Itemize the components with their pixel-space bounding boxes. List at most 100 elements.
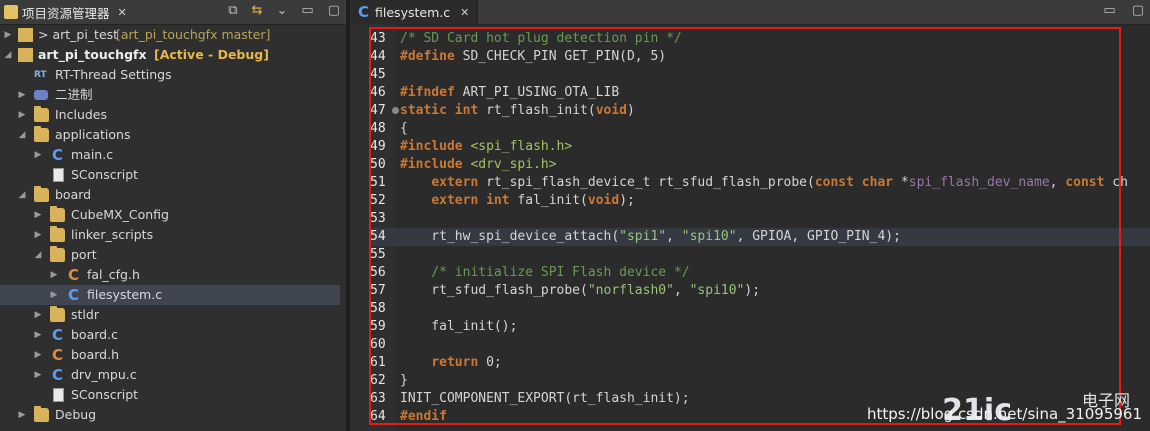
code-line[interactable]: 50 #include <drv_spi.h> — [370, 156, 1150, 174]
line-number: 60 — [370, 337, 386, 352]
tree-item-label: SConscript — [71, 167, 139, 182]
line-number: 52 — [370, 193, 386, 208]
tree-item-label: Debug — [55, 407, 97, 422]
tree-item-binaries[interactable]: ▶ 二进制 — [0, 85, 340, 105]
code-line[interactable]: 48 { — [370, 120, 1150, 138]
line-number: 48 — [370, 121, 386, 136]
h-file-icon: C — [51, 346, 63, 364]
line-number: 55 — [370, 247, 386, 262]
code-line[interactable]: 53 — [370, 210, 1150, 228]
tree-item-label: linker_scripts — [71, 227, 154, 242]
code-text: { — [400, 121, 408, 136]
tree-item-label: art_pi_touchgfx — [38, 47, 147, 62]
code-line[interactable]: 58 — [370, 300, 1150, 318]
code-text: #ifndef ART_PI_USING_OTA_LIB — [400, 85, 620, 100]
tree-item-main-c[interactable]: ▶ C main.c — [0, 145, 340, 165]
tree-item-rt-thread-settings[interactable]: RT RT-Thread Settings — [0, 65, 340, 85]
explorer-tab[interactable]: 项目资源管理器 ✕ — [0, 3, 127, 22]
folder-icon — [4, 5, 18, 19]
c-file-icon: C — [51, 366, 63, 384]
explorer-tab-bar: 项目资源管理器 ✕ ⧉ ⇆ ⌄ ▭ ▢ — [0, 0, 346, 25]
tree-item-label: board — [55, 187, 92, 202]
project-explorer: 项目资源管理器 ✕ ⧉ ⇆ ⌄ ▭ ▢ ▶ > art_pi_test [art… — [0, 0, 346, 431]
c-file-icon: C — [358, 3, 370, 21]
tree-item-label: stldr — [71, 307, 99, 322]
code-line[interactable]: 62} — [370, 372, 1150, 390]
code-line[interactable]: 61 return 0; — [370, 354, 1150, 372]
tree-item-sconscript[interactable]: SConscript — [0, 165, 340, 185]
tree-item-applications[interactable]: ◢ applications — [0, 125, 340, 145]
folder-icon — [50, 246, 65, 262]
line-number: 59 — [370, 319, 386, 334]
tree-item-label: drv_mpu.c — [71, 367, 137, 382]
code-line[interactable]: 43 /* SD Card hot plug detection pin */ — [370, 30, 1150, 48]
code-text: return 0; — [431, 355, 502, 370]
view-menu-icon[interactable]: ⌄ — [277, 3, 288, 18]
tree-item-label: RT-Thread Settings — [55, 67, 172, 82]
tree-item-stldr[interactable]: ▶ stldr — [0, 305, 340, 325]
tree-item-board-c[interactable]: ▶ C board.c — [0, 325, 340, 345]
editor-tab-filesystem-c[interactable]: C filesystem.c ✕ — [350, 0, 479, 24]
code-line[interactable]: 52 extern int fal_init(void); — [370, 192, 1150, 210]
fold-toggle-icon[interactable] — [392, 107, 399, 114]
tree-item-includes[interactable]: ▶ Includes — [0, 105, 340, 125]
tree-item-label: fal_cfg.h — [87, 267, 140, 282]
tree-item-board-sconscript[interactable]: SConscript — [0, 385, 340, 405]
tree-item-board-h[interactable]: ▶ C board.h — [0, 345, 340, 365]
code-text: extern int fal_init(void); — [431, 193, 635, 208]
code-line[interactable]: 46 #ifndef ART_PI_USING_OTA_LIB — [370, 84, 1150, 102]
code-line[interactable]: 44 #define SD_CHECK_PIN GET_PIN(D, 5) — [370, 48, 1150, 66]
code-line[interactable]: 60 — [370, 336, 1150, 354]
code-text: /* initialize SPI Flash device */ — [400, 265, 690, 280]
code-line[interactable]: 55 — [370, 246, 1150, 264]
tree-item-debug[interactable]: ▶ Debug — [0, 405, 340, 425]
code-line[interactable]: 45 — [370, 66, 1150, 84]
explorer-title: 项目资源管理器 — [22, 5, 110, 21]
code-line[interactable]: 49 #include <spi_flash.h> — [370, 138, 1150, 156]
minimize-icon[interactable]: ▭ — [1103, 3, 1115, 18]
h-file-icon: C — [67, 266, 79, 284]
code-line[interactable]: 47 static int rt_flash_init(void) — [370, 102, 1150, 120]
line-number: 62 — [370, 373, 386, 388]
line-number: 53 — [370, 211, 386, 226]
tree-item-cubemx-config[interactable]: ▶ CubeMX_Config — [0, 205, 340, 225]
line-number: 57 — [370, 283, 386, 298]
code-text: fal_init(); — [400, 319, 518, 334]
tree-item-label: port — [71, 247, 97, 262]
c-file-icon: C — [67, 286, 79, 304]
tree-item-filesystem-c[interactable]: ▶ C filesystem.c — [0, 285, 340, 305]
minimize-icon[interactable]: ▭ — [301, 3, 313, 18]
tree-item-art-pi-test[interactable]: ▶ > art_pi_test [art_pi_touchgfx master] — [0, 25, 340, 45]
maximize-icon[interactable]: ▢ — [1132, 3, 1144, 18]
tree-item-art-pi-touchgfx[interactable]: ◢ art_pi_touchgfx [Active - Debug] — [0, 45, 340, 65]
folder-icon — [50, 306, 65, 322]
maximize-icon[interactable]: ▢ — [328, 3, 340, 18]
tree-item-board[interactable]: ◢ board — [0, 185, 340, 205]
tree-item-drv-mpu-c[interactable]: ▶ C drv_mpu.c — [0, 365, 340, 385]
line-number: 61 — [370, 355, 386, 370]
tree-item-label: CubeMX_Config — [71, 207, 169, 222]
tree-item-linker-scripts[interactable]: ▶ linker_scripts — [0, 225, 340, 245]
tree-item-decoration: [Active - Debug] — [154, 47, 269, 62]
tree-item-label: Includes — [55, 107, 108, 122]
code-line[interactable]: 51 extern rt_spi_flash_device_t rt_sfud_… — [370, 174, 1150, 192]
code-line[interactable]: 57 rt_sfud_flash_probe("norflash0", "spi… — [370, 282, 1150, 300]
code-text: /* SD Card hot plug detection pin */ — [400, 31, 682, 46]
close-icon[interactable]: ✕ — [118, 6, 127, 19]
code-text: rt_hw_spi_device_attach("spi1", "spi10",… — [400, 229, 901, 244]
collapse-all-icon[interactable]: ⧉ — [228, 3, 237, 18]
code-text: static int rt_flash_init(void) — [400, 103, 635, 118]
tree-item-port[interactable]: ◢ port — [0, 245, 340, 265]
c-file-icon: C — [51, 146, 63, 164]
code-editor: C filesystem.c ✕ ▭ ▢ 43 /* SD Card hot pl… — [350, 0, 1150, 431]
link-editor-icon[interactable]: ⇆ — [252, 3, 263, 18]
line-number: 56 — [370, 265, 386, 280]
line-number: 63 — [370, 391, 386, 406]
code-line[interactable]: 54 rt_hw_spi_device_attach("spi1", "spi1… — [370, 228, 1150, 246]
code-line[interactable]: 56 /* initialize SPI Flash device */ — [370, 264, 1150, 282]
tree-item-fal-cfg-h[interactable]: ▶ C fal_cfg.h — [0, 265, 340, 285]
code-area[interactable]: 43 /* SD Card hot plug detection pin */ 44… — [370, 30, 1150, 426]
close-icon[interactable]: ✕ — [460, 6, 469, 19]
code-text: #define SD_CHECK_PIN GET_PIN(D, 5) — [400, 49, 667, 64]
code-line[interactable]: 59 fal_init(); — [370, 318, 1150, 336]
